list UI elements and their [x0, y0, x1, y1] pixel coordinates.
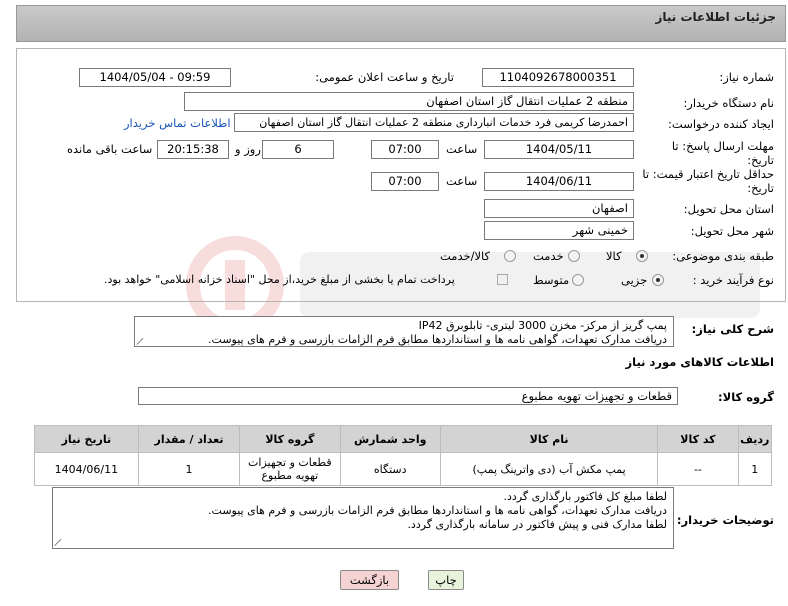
resize-grip-icon[interactable] [137, 337, 145, 345]
deadline-time-field[interactable]: 07:00 [371, 140, 439, 159]
col-header-row-number: ردیف [737, 425, 773, 453]
col-header-item-code: کد کالا [657, 425, 739, 453]
buyer-notes-textarea[interactable]: لطفا مبلغ کل فاکتور بارگذاری گردد. دریاف… [52, 487, 674, 549]
col-header-group: گروه کالا [239, 425, 341, 453]
days-remaining-field[interactable]: 6 [262, 140, 334, 159]
page-title: جزئیات اطلاعات نیاز [655, 10, 776, 24]
treasury-payment-checkbox[interactable] [497, 274, 508, 285]
province-field[interactable]: اصفهان [484, 199, 634, 218]
province-label: استان محل تحویل: [683, 202, 774, 216]
table-header-row: ردیف کد کالا نام کالا واحد شمارش گروه کا… [34, 425, 773, 453]
process-radio-medium[interactable] [572, 274, 584, 286]
goods-table: ردیف کد کالا نام کالا واحد شمارش گروه کا… [34, 425, 773, 486]
process-label: نوع فرآیند خرید : [692, 273, 774, 287]
validity-date-field[interactable]: 1404/06/11 [484, 172, 634, 191]
back-button[interactable]: بازگشت [340, 570, 399, 590]
col-header-unit: واحد شمارش [339, 425, 441, 453]
cell-item-code: -- [657, 452, 739, 486]
cell-row-number: 1 [737, 452, 773, 486]
remaining-time-label: ساعت باقی مانده [67, 142, 153, 156]
category-radio-goods-service[interactable] [504, 250, 516, 262]
need-number-label: شماره نیاز: [719, 70, 774, 84]
category-radio-goods[interactable] [636, 250, 648, 262]
table-row[interactable]: 1 -- پمپ مکش آب (دی واترینگ پمپ) دستگاه … [34, 452, 773, 486]
description-label: شرح کلی نیاز: [691, 322, 774, 336]
col-header-need-date: تاریخ نیاز [34, 425, 139, 453]
process-radio-minor[interactable] [652, 274, 664, 286]
remaining-time-field[interactable]: 20:15:38 [157, 140, 229, 159]
buyer-notes-label: توضیحات خریدار: [676, 513, 774, 527]
category-option-goods-service: کالا/خدمت [440, 249, 491, 263]
days-label: روز و [235, 142, 261, 156]
description-textarea[interactable]: پمپ گریز از مرکز- مخزن 3000 لیتری- تابلو… [134, 316, 674, 347]
buyer-org-field[interactable]: منطقه 2 عملیات انتقال گاز استان اصفهان [184, 92, 634, 111]
need-number-field[interactable]: 1104092678000351 [482, 68, 634, 87]
resize-grip-icon[interactable] [55, 538, 63, 546]
validity-label: حداقل تاریخ اعتبار قیمت: تا تاریخ: [642, 167, 774, 195]
validity-time-field[interactable]: 07:00 [371, 172, 439, 191]
category-radio-service[interactable] [568, 250, 580, 262]
goods-group-label: گروه کالا: [718, 390, 774, 404]
city-field[interactable]: خمینی شهر [484, 221, 634, 240]
cell-unit: دستگاه [339, 452, 441, 486]
announce-label: تاریخ و ساعت اعلان عمومی: [315, 70, 454, 84]
contact-info-link[interactable]: اطلاعات تماس خریدار [124, 116, 231, 130]
requester-label: ایجاد کننده درخواست: [668, 117, 774, 131]
cell-group: قطعات و تجهیزات تهویه مطبوع [239, 452, 341, 486]
treasury-payment-note: پرداخت تمام یا بخشی از مبلغ خرید،از محل … [104, 273, 455, 286]
deadline-label: مهلت ارسال پاسخ: تا تاریخ: [671, 139, 774, 167]
announce-field[interactable]: 1404/05/04 - 09:59 [79, 68, 231, 87]
col-header-quantity: تعداد / مقدار [137, 425, 241, 453]
city-label: شهر محل تحویل: [690, 224, 774, 238]
cell-need-date: 1404/06/11 [34, 452, 139, 486]
buyer-org-label: نام دستگاه خریدار: [683, 96, 774, 110]
category-option-goods: کالا [606, 249, 622, 263]
process-option-minor: جزیی [621, 273, 648, 287]
cell-quantity: 1 [137, 452, 241, 486]
goods-section-title: اطلاعات کالاهای مورد نیاز [625, 355, 774, 369]
requester-field[interactable]: احمدرضا کریمی فرد خدمات انبارداری منطقه … [234, 113, 634, 132]
deadline-time-label: ساعت [446, 142, 478, 156]
goods-group-field[interactable]: قطعات و تجهیزات تهویه مطبوع [138, 387, 678, 405]
validity-time-label: ساعت [446, 174, 478, 188]
print-button[interactable]: چاپ [428, 570, 464, 590]
deadline-date-field[interactable]: 1404/05/11 [484, 140, 634, 159]
col-header-item-name: نام کالا [439, 425, 659, 453]
process-option-medium: متوسط [533, 273, 570, 287]
category-label: طبقه بندی موضوعی: [672, 249, 774, 263]
category-option-service: خدمت [533, 249, 564, 263]
cell-item-name: پمپ مکش آب (دی واترینگ پمپ) [439, 452, 659, 486]
